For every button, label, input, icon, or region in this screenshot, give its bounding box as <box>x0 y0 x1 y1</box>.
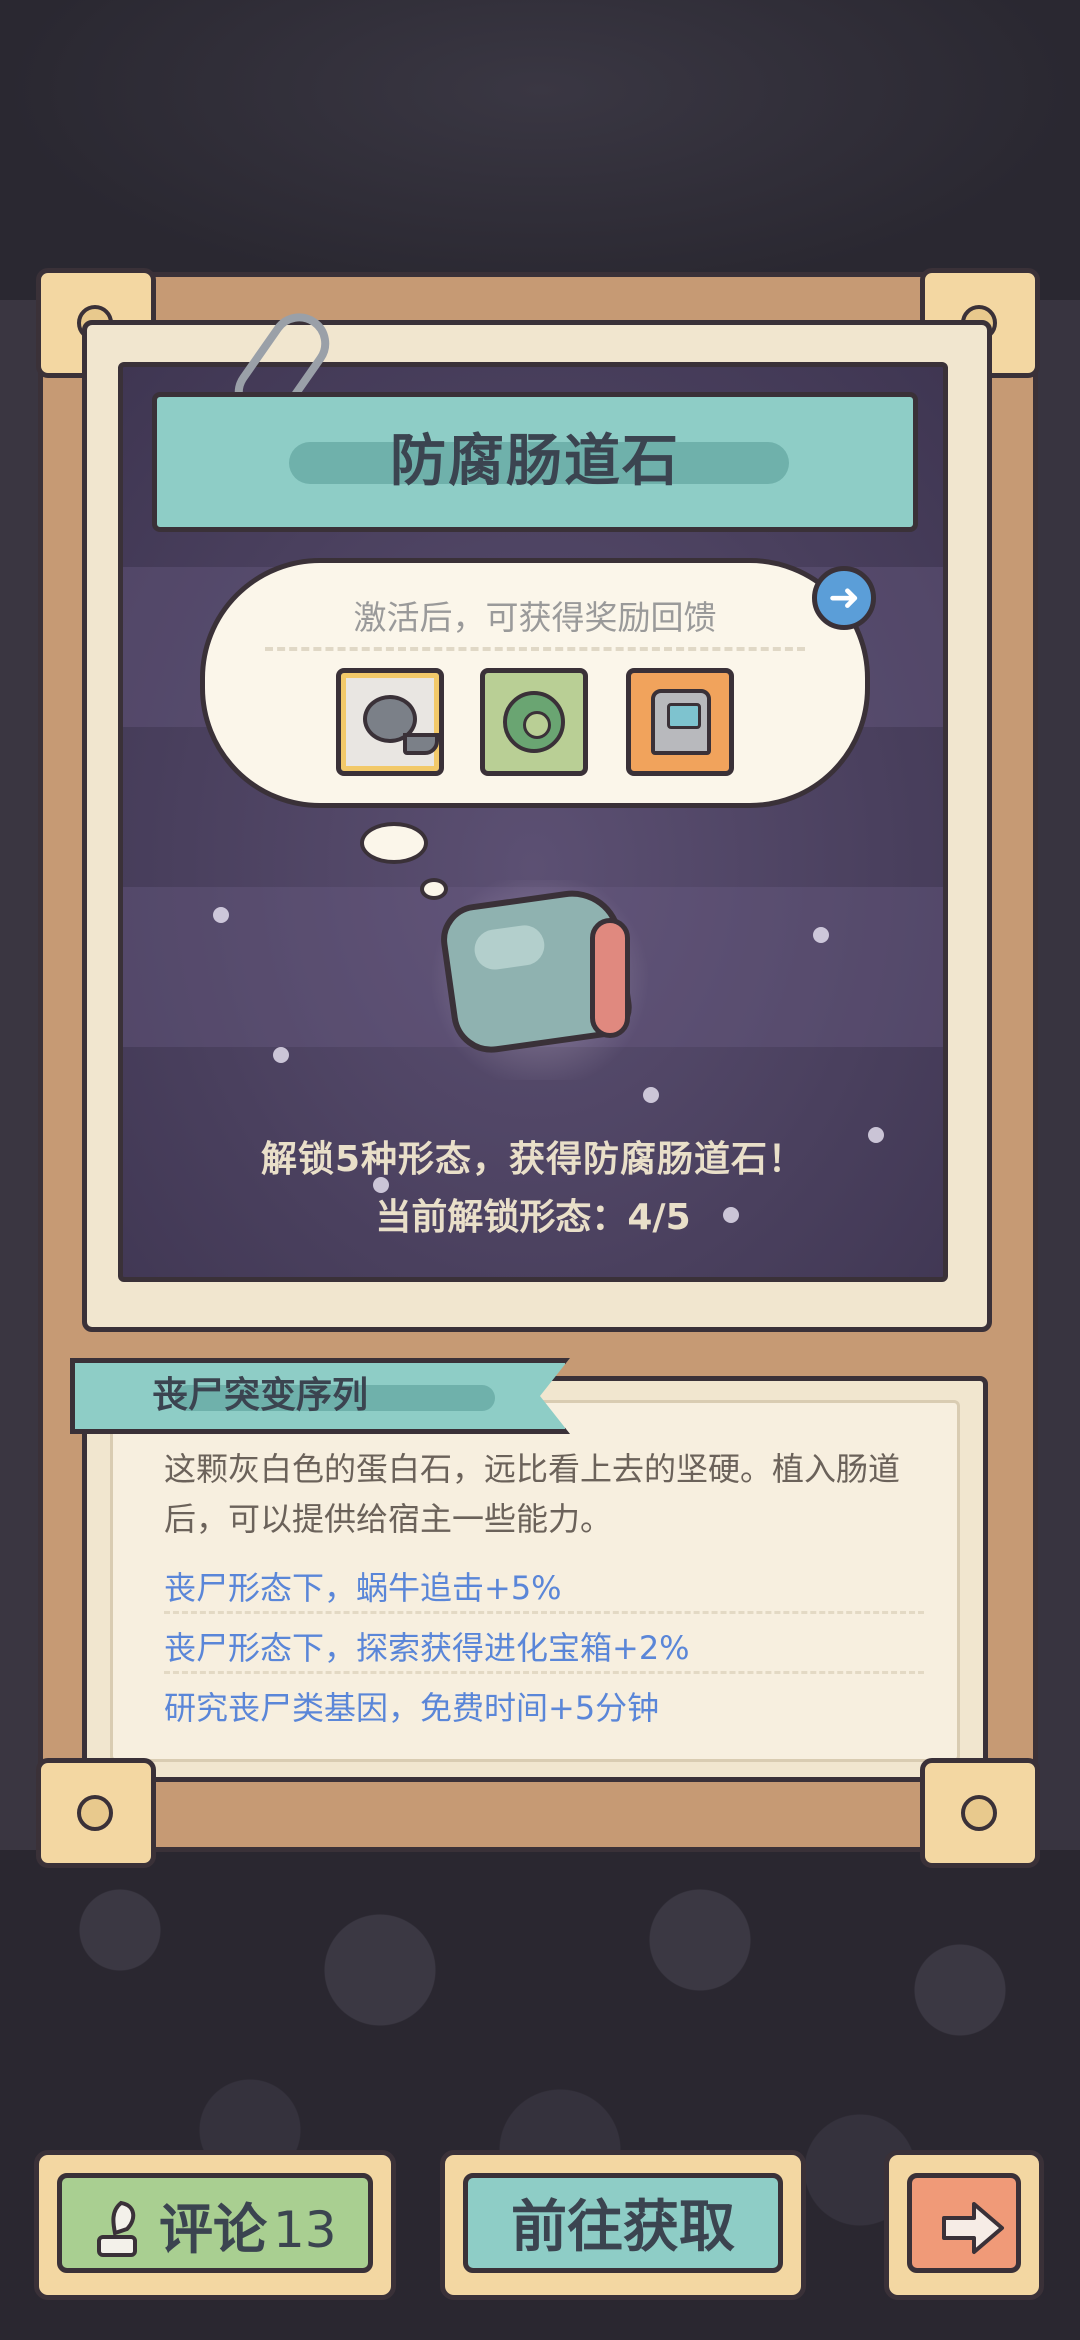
unlock-progress: 当前解锁形态：4/5 <box>118 1188 948 1240</box>
snow-dot <box>813 927 829 943</box>
snow-dot <box>273 1047 289 1063</box>
item-title: 防腐肠道石 <box>390 429 680 494</box>
comment-label: 评论 <box>159 2198 267 2261</box>
frame-corner-bottom-right <box>920 1758 1040 1868</box>
machine-icon <box>651 689 711 755</box>
quill-icon <box>97 2200 137 2257</box>
comment-count: 13 <box>273 2201 337 2259</box>
next-button[interactable] <box>884 2150 1044 2300</box>
thought-bubble-dot <box>360 822 428 864</box>
unlock-progress-label: 当前解锁形态： <box>375 1197 628 1238</box>
comment-button[interactable]: 评论 13 <box>34 2150 396 2300</box>
reward-slot-virus[interactable] <box>480 668 588 776</box>
arrow-right-icon <box>942 2202 1004 2254</box>
reward-hint: 激活后，可获得奖励回馈 <box>353 598 717 637</box>
reward-slot-tadpole[interactable] <box>336 668 444 776</box>
tadpole-icon <box>363 695 439 755</box>
background-top <box>0 0 1080 300</box>
unlock-progress-value: 4/5 <box>627 1197 691 1238</box>
next-button-face <box>907 2173 1021 2273</box>
effect-line: 研究丧尸类基因，免费时间+5分钟 <box>164 1689 660 1727</box>
effect-line: 丧尸形态下，蜗牛追击+5% <box>164 1562 924 1614</box>
snow-dot <box>643 1087 659 1103</box>
reward-arrow-button[interactable]: ➜ <box>812 566 876 630</box>
snow-dot <box>213 907 229 923</box>
title-banner: 防腐肠道石 <box>152 392 918 532</box>
go-obtain-label: 前往获取 <box>511 2195 735 2260</box>
go-obtain-button-face: 前往获取 <box>463 2173 783 2273</box>
worm-icon <box>590 918 630 1038</box>
item-description: 这颗灰白色的蛋白石，远比看上去的坚硬。植入肠道后，可以提供给宿主一些能力。 <box>164 1450 901 1538</box>
series-label: 丧尸突变序列 <box>151 1375 368 1416</box>
unlock-requirement: 解锁5种形态，获得防腐肠道石！ <box>260 1139 806 1180</box>
frame-corner-bottom-left <box>36 1758 156 1868</box>
reward-slot-machine[interactable] <box>626 668 734 776</box>
go-obtain-button[interactable]: 前往获取 <box>440 2150 806 2300</box>
virus-icon <box>503 691 565 753</box>
effect-line: 丧尸形态下，探索获得进化宝箱+2% <box>164 1622 924 1674</box>
bubble-divider <box>265 647 805 651</box>
